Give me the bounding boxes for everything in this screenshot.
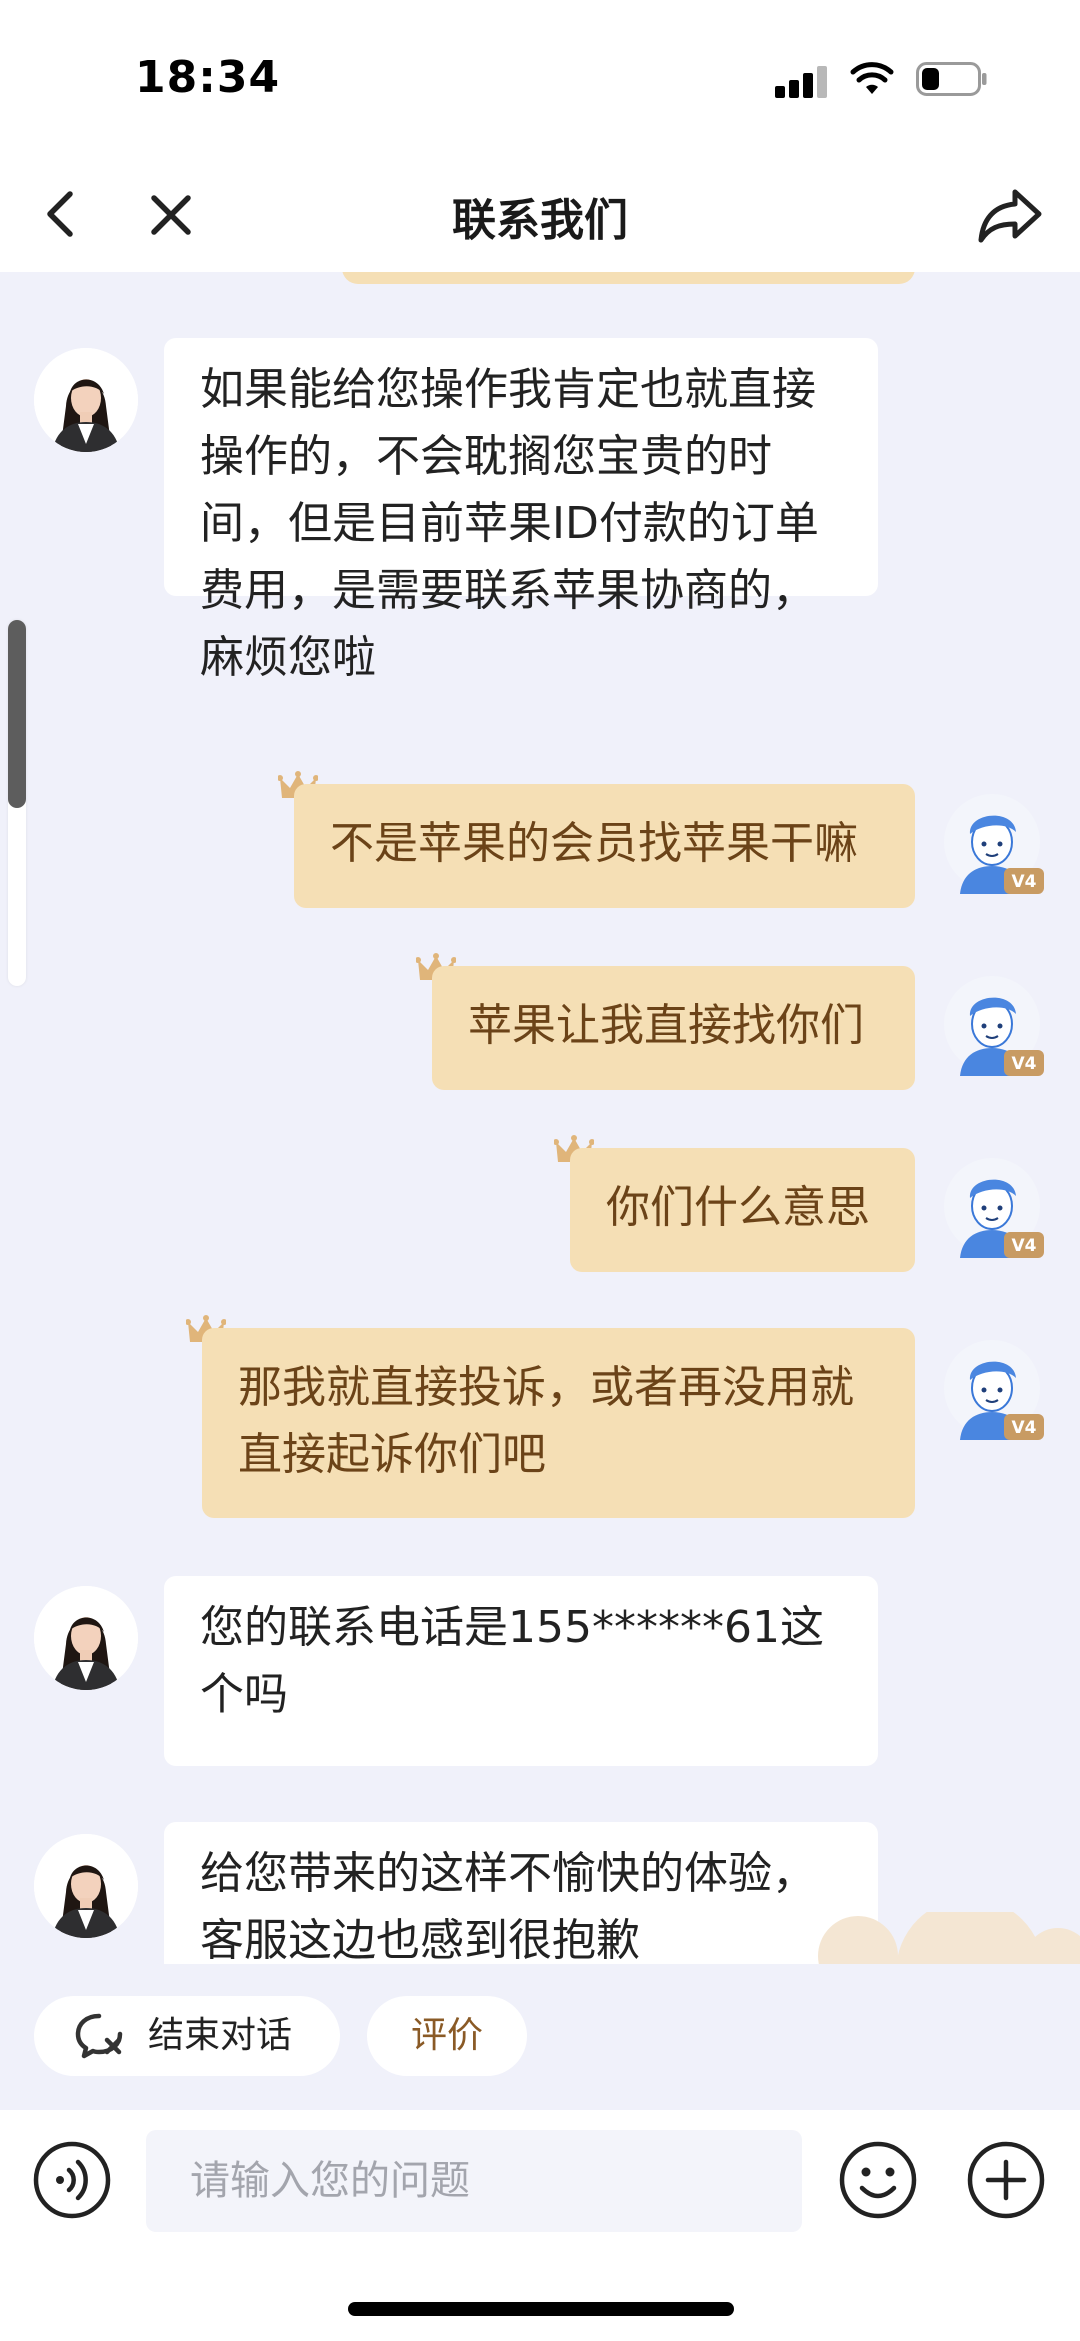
message-text-line: 客服这边也感到很抱歉 — [200, 1915, 640, 1964]
status-time: 18:34 — [135, 52, 281, 103]
agent-message-bubble[interactable]: 给您带来的这样不愉快的体验， 客服这边也感到很抱歉 — [164, 1822, 878, 1964]
user-avatar[interactable]: V4 — [942, 1158, 1046, 1262]
vip-level-badge: V4 — [1012, 1418, 1037, 1438]
status-bar: 18:34 — [0, 0, 1080, 160]
wifi-icon — [850, 62, 894, 94]
user-message-bubble[interactable]: 不是苹果的会员找苹果干嘛 — [294, 784, 915, 908]
share-icon[interactable] — [975, 184, 1045, 246]
rate-button[interactable]: 评价 — [367, 1996, 527, 2076]
message-text-line: 给您带来的这样不愉快的体验， — [200, 1848, 816, 1899]
message-text-line: 不是苹果的会员找苹果干嘛 — [330, 818, 858, 869]
agent-message-bubble[interactable]: 如果能给您操作我肯定也就直接 操作的，不会耽搁您宝贵的时 间，但是目前苹果ID付… — [164, 338, 878, 683]
cellular-signal-icon — [775, 66, 827, 98]
scrollbar-thumb[interactable] — [8, 620, 26, 808]
message-text-line: 那我就直接投诉，或者再没用就 — [238, 1362, 854, 1413]
home-indicator[interactable] — [348, 2302, 734, 2316]
previous-message-edge — [342, 272, 915, 284]
agent-avatar[interactable] — [34, 348, 138, 452]
message-text-line: 操作的，不会耽搁您宝贵的时 — [200, 431, 772, 482]
user-avatar[interactable]: V4 — [942, 1340, 1046, 1444]
agent-avatar[interactable] — [34, 1586, 138, 1690]
message-text-line: 个吗 — [200, 1669, 288, 1720]
battery-icon — [916, 62, 987, 96]
vip-level-badge: V4 — [1012, 872, 1037, 892]
mascot-watermark-icon — [818, 1912, 1080, 1964]
scrollbar[interactable] — [8, 620, 26, 986]
message-text-line: 麻烦您啦 — [200, 632, 376, 683]
vip-level-badge: V4 — [1012, 1236, 1037, 1256]
nav-bar: 联系我们 — [0, 160, 1080, 272]
vip-level-badge: V4 — [1012, 1054, 1037, 1074]
emoji-icon[interactable] — [838, 2140, 918, 2220]
rate-label: 评价 — [410, 2015, 483, 2056]
user-message-bubble[interactable]: 苹果让我直接找你们 — [432, 966, 915, 1090]
message-text-line: 直接起诉你们吧 — [238, 1429, 546, 1480]
quick-action-bar: 结束对话 评价 — [0, 1964, 1080, 2110]
message-text-line: 费用，是需要联系苹果协商的， — [200, 565, 816, 616]
message-text-line: 苹果让我直接找你们 — [468, 1000, 864, 1051]
message-text-line: 如果能给您操作我肯定也就直接 — [200, 364, 816, 415]
end-chat-icon — [75, 2013, 123, 2059]
message-input[interactable] — [146, 2130, 802, 2232]
message-text-line: 间，但是目前苹果ID付款的订单 — [200, 498, 819, 549]
message-text-line: 您的联系电话是155******61这 — [200, 1602, 824, 1653]
page-title: 联系我们 — [452, 195, 628, 246]
end-chat-button[interactable]: 结束对话 — [34, 1996, 340, 2076]
chat-area[interactable]: 如果能给您操作我肯定也就直接 操作的，不会耽搁您宝贵的时 间，但是目前苹果ID付… — [0, 272, 1080, 1964]
user-message-bubble[interactable]: 你们什么意思 — [570, 1148, 915, 1272]
message-text-line: 你们什么意思 — [606, 1182, 870, 1233]
voice-icon[interactable] — [32, 2140, 112, 2220]
input-bar — [0, 2110, 1080, 2341]
plus-icon[interactable] — [966, 2140, 1046, 2220]
user-avatar[interactable]: V4 — [942, 794, 1046, 898]
user-avatar[interactable]: V4 — [942, 976, 1046, 1080]
agent-message-bubble[interactable]: 您的联系电话是155******61这 个吗 — [164, 1576, 878, 1766]
end-chat-label: 结束对话 — [148, 2015, 293, 2056]
agent-avatar[interactable] — [34, 1834, 138, 1938]
user-message-bubble[interactable]: 那我就直接投诉，或者再没用就 直接起诉你们吧 — [202, 1328, 915, 1518]
